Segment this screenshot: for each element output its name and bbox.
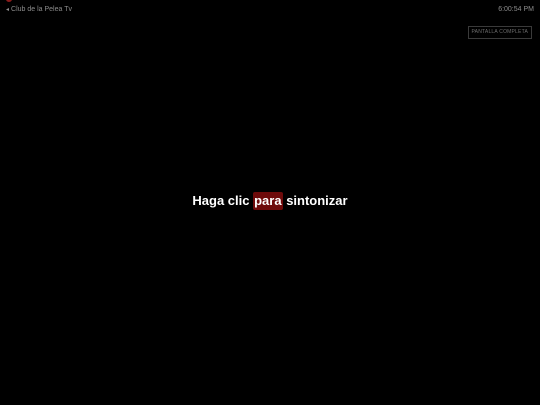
- channel-name: Club de la Pelea Tv: [11, 6, 72, 13]
- back-to-channel-link[interactable]: ◂ Club de la Pelea Tv: [6, 5, 72, 15]
- back-arrow-icon: ◂: [6, 7, 10, 13]
- tune-button[interactable]: Haga clic para sintonizar: [192, 192, 348, 210]
- tune-text-before: Haga clic: [192, 193, 254, 208]
- tune-text-after: sintonizar: [282, 193, 348, 208]
- live-dot-icon: [6, 0, 12, 2]
- tune-text-highlight: para: [253, 192, 283, 210]
- top-left-fragment: [6, 0, 16, 4]
- fullscreen-button[interactable]: PANTALLA COMPLETA: [467, 26, 532, 39]
- tune-prompt: Haga clic para sintonizar: [0, 192, 540, 210]
- player-stage[interactable]: ◂ Club de la Pelea Tv 6:00:54 PM PANTALLA…: [0, 0, 540, 405]
- clock: 6:00:54 PM: [498, 6, 534, 13]
